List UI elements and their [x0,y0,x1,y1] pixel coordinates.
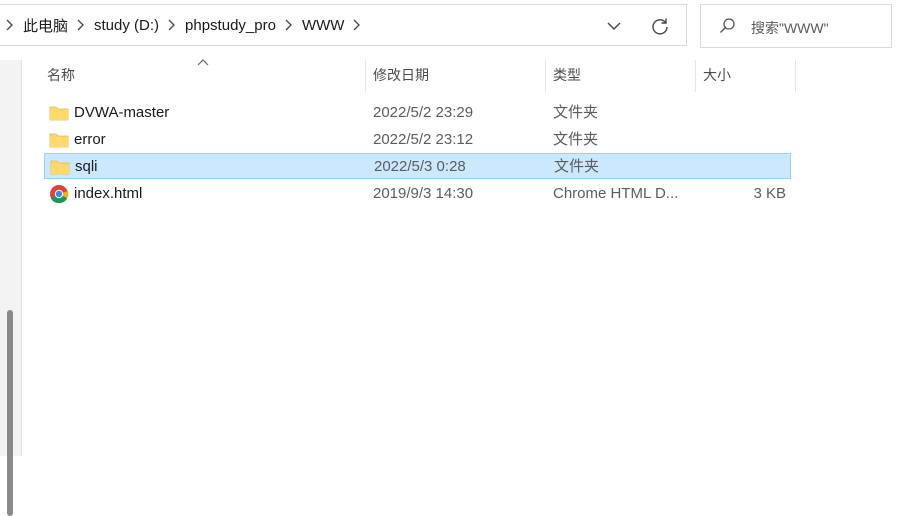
column-divider[interactable] [365,60,366,92]
refresh-icon[interactable] [650,16,670,36]
file-name: sqli [75,158,98,175]
chevron-down-icon[interactable] [605,17,623,35]
file-date: 2022/5/2 23:12 [373,131,474,148]
file-type: 文件夹 [553,104,599,121]
search-box[interactable]: 搜索"WWW" [700,4,892,48]
file-size: 3 KB [753,185,786,202]
search-input[interactable]: 搜索"WWW" [751,18,829,38]
file-date: 2022/5/3 0:28 [374,158,466,175]
chevron-right-icon[interactable] [2,17,18,33]
column-header-type[interactable]: 类型 [553,60,693,90]
breadcrumb-drive[interactable]: study (D:) [94,17,159,34]
file-name: index.html [74,185,143,202]
scrollbar-thumb[interactable] [7,310,13,516]
file-type: Chrome HTML D... [553,185,679,202]
chevron-right-icon[interactable] [73,17,89,33]
column-divider[interactable] [695,60,696,92]
breadcrumb-phpstudy[interactable]: phpstudy_pro [185,17,276,34]
column-header-date[interactable]: 修改日期 [373,60,543,90]
search-icon [720,18,735,33]
navigation-pane [0,60,22,516]
folder-icon [49,106,69,121]
address-bar[interactable]: 此电脑 study (D:) phpstudy_pro WWW [0,4,687,46]
breadcrumb: 此电脑 study (D:) phpstudy_pro WWW [0,5,370,45]
folder-icon [49,133,69,148]
file-name: error [74,131,106,148]
breadcrumb-www[interactable]: WWW [302,17,344,34]
file-name: DVWA-master [74,104,170,121]
file-row[interactable]: DVWA-master 2022/5/2 23:29 文件夹 [44,100,791,126]
file-row[interactable]: index.html 2019/9/3 14:30 Chrome HTML D.… [44,181,791,207]
breadcrumb-this-pc[interactable]: 此电脑 [23,15,68,36]
column-divider[interactable] [545,60,546,92]
chevron-right-icon[interactable] [164,17,180,33]
folder-icon [50,160,70,175]
column-header-size[interactable]: 大小 [703,60,793,90]
file-type: 文件夹 [553,131,599,148]
file-row-selected[interactable]: sqli 2022/5/3 0:28 文件夹 [44,153,791,179]
chevron-right-icon[interactable] [281,17,297,33]
chrome-icon [50,185,69,204]
column-header-name[interactable]: 名称 [47,60,363,90]
file-type: 文件夹 [554,158,600,175]
file-date: 2022/5/2 23:29 [373,104,474,121]
chevron-right-icon[interactable] [349,17,365,33]
file-row[interactable]: error 2022/5/2 23:12 文件夹 [44,127,791,153]
file-date: 2019/9/3 14:30 [373,185,474,202]
column-divider[interactable] [795,60,796,92]
